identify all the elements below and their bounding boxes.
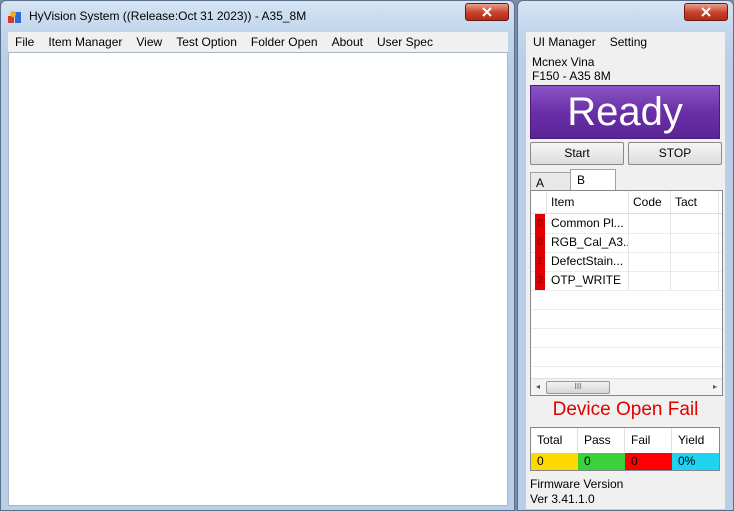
window-title: HyVision System ((Release:Oct 31 2023)) … — [29, 9, 307, 23]
table-row[interactable]: 0 RGB_Cal_A3... — [531, 233, 722, 253]
stat-total-value: 0 — [531, 453, 578, 470]
stat-pass-label: Pass — [578, 428, 625, 452]
grid-header: Item Code Tact — [531, 191, 722, 214]
table-row[interactable]: 0 Common Pl... — [531, 214, 722, 234]
row-code — [629, 271, 671, 290]
row-code — [629, 252, 671, 271]
grid-header-code[interactable]: Code — [629, 191, 671, 213]
empty-row — [531, 328, 722, 348]
side-close-button[interactable] — [684, 3, 728, 21]
close-icon — [701, 7, 711, 17]
stat-fail-value: 0 — [625, 453, 672, 470]
scroll-left-icon[interactable]: ◂ — [531, 379, 545, 395]
station-info: Mcnex Vina F150 - A35 8M — [532, 55, 611, 83]
row-status-flag: 0 — [535, 214, 545, 233]
scroll-right-icon[interactable]: ▸ — [708, 379, 722, 395]
row-item: RGB_Cal_A3... — [547, 233, 629, 252]
horizontal-scrollbar[interactable]: ◂ III ▸ — [531, 378, 722, 395]
stat-yield-label: Yield — [678, 433, 705, 447]
row-tact — [671, 233, 719, 252]
stat-total-label: Total — [531, 428, 578, 452]
side-menubar: UI Manager Setting — [526, 32, 725, 53]
menu-test-option[interactable]: Test Option — [169, 35, 244, 49]
app-icon — [7, 9, 23, 25]
model-name: F150 - A35 8M — [532, 69, 611, 83]
main-menubar: File Item Manager View Test Option Folde… — [8, 32, 508, 53]
menu-view[interactable]: View — [129, 35, 169, 49]
main-window: HyVision System ((Release:Oct 31 2023)) … — [0, 0, 515, 511]
control-panel: Mcnex Vina F150 - A35 8M Ready Start STO… — [526, 52, 725, 509]
empty-row — [531, 309, 722, 329]
main-client-area — [8, 52, 508, 506]
row-item: Common Pl... — [547, 214, 629, 233]
row-code — [629, 214, 671, 233]
table-row[interactable]: 1 DefectStain... — [531, 252, 722, 272]
tab-a[interactable]: A — [530, 172, 572, 190]
device-status-message: Device Open Fail — [552, 399, 699, 420]
menu-item-manager[interactable]: Item Manager — [41, 35, 129, 49]
row-status-flag: 2 — [535, 271, 545, 290]
grid-header-status — [531, 191, 547, 213]
menu-ui-manager[interactable]: UI Manager — [526, 35, 603, 49]
row-tact — [671, 252, 719, 271]
firmware-version: Ver 3.41.1.0 — [530, 492, 595, 506]
firmware-label: Firmware Version — [530, 477, 624, 491]
grid-header-tact[interactable]: Tact — [671, 191, 719, 213]
row-code — [629, 233, 671, 252]
row-status-flag: 1 — [535, 252, 545, 271]
table-row[interactable]: 2 OTP_WRITE — [531, 271, 722, 291]
stat-pass-value: 0 — [578, 453, 625, 470]
row-status-flag: 0 — [535, 233, 545, 252]
row-item: DefectStain... — [547, 252, 629, 271]
side-window: UI Manager Setting Mcnex Vina F150 - A35… — [517, 0, 734, 511]
close-button[interactable] — [465, 3, 509, 21]
yield-stats: Total Pass Fail Yield 0 0 0 0% — [530, 427, 720, 471]
row-tact — [671, 214, 719, 233]
menu-folder-open[interactable]: Folder Open — [244, 35, 325, 49]
status-banner: Ready — [530, 85, 720, 139]
empty-row — [531, 347, 722, 367]
row-item: OTP_WRITE — [547, 271, 629, 290]
menu-about[interactable]: About — [325, 35, 370, 49]
scroll-thumb[interactable]: III — [546, 381, 610, 394]
grid-header-item[interactable]: Item — [547, 191, 629, 213]
empty-row — [531, 290, 722, 310]
start-button[interactable]: Start — [530, 142, 624, 165]
row-tact — [671, 271, 719, 290]
menu-file[interactable]: File — [8, 35, 41, 49]
tab-b[interactable]: B — [570, 169, 616, 191]
stat-yield-value: 0% — [672, 453, 719, 470]
close-icon — [482, 7, 492, 17]
stat-fail-label: Fail — [625, 428, 672, 452]
menu-setting[interactable]: Setting — [603, 35, 654, 49]
stop-button[interactable]: STOP — [628, 142, 722, 165]
menu-user-spec[interactable]: User Spec — [370, 35, 440, 49]
test-item-grid: Item Code Tact 0 Common Pl... 0 RGB_Cal_… — [530, 190, 723, 396]
company-name: Mcnex Vina — [532, 55, 595, 69]
